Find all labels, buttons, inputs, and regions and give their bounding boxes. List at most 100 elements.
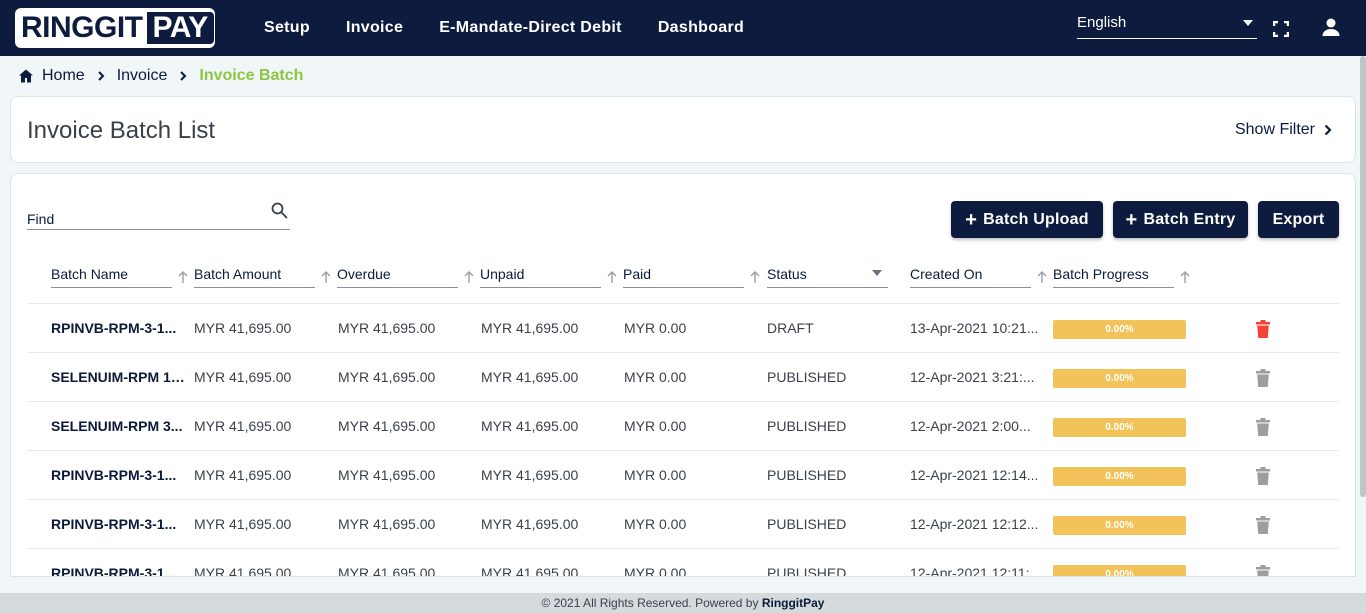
cell-batch-name: RPINVB-RPM-3-1... — [51, 467, 177, 483]
cell-created-on: 12-Apr-2021 12:11:... — [910, 565, 1042, 577]
cell-unpaid: MYR 41,695.00 — [481, 467, 579, 483]
column-header-paid[interactable]: Paid — [623, 266, 744, 288]
cell-overdue: MYR 41,695.00 — [338, 320, 436, 336]
sort-arrow-icon[interactable] — [750, 271, 760, 283]
cell-status: PUBLISHED — [767, 369, 847, 385]
footer-brand[interactable]: RinggitPay — [762, 596, 825, 610]
sort-arrow-icon[interactable] — [464, 271, 474, 283]
cell-status: DRAFT — [767, 320, 814, 336]
cell-overdue: MYR 41,695.00 — [338, 516, 436, 532]
cell-batch-name: RPINVB-RPM-3-1... — [51, 565, 177, 577]
cell-created-on: 12-Apr-2021 2:00... — [910, 418, 1031, 434]
plus-icon: + — [965, 208, 978, 231]
sort-arrow-icon[interactable] — [1180, 271, 1190, 283]
batch-upload-button[interactable]: + Batch Upload — [951, 201, 1103, 238]
nav-item-setup[interactable]: Setup — [264, 19, 310, 37]
cell-status: PUBLISHED — [767, 418, 847, 434]
title-card: Invoice Batch List Show Filter — [10, 96, 1356, 163]
ringgitpay-logo[interactable]: RINGGIT PAY — [15, 8, 215, 48]
table-row[interactable]: RPINVB-RPM-3-1... MYR 41,695.00 MYR 41,695… — [27, 549, 1339, 577]
cell-status: PUBLISHED — [767, 565, 847, 577]
nav-item-e-mandate[interactable]: E-Mandate-Direct Debit — [439, 19, 622, 37]
caret-down-icon[interactable] — [872, 270, 882, 276]
show-filter-label: Show Filter — [1234, 121, 1315, 138]
cell-unpaid: MYR 41,695.00 — [481, 565, 579, 577]
column-header-batch-amount[interactable]: Batch Amount — [194, 266, 315, 288]
cell-overdue: MYR 41,695.00 — [338, 369, 436, 385]
column-header-overdue[interactable]: Overdue — [337, 266, 458, 288]
show-filter-button[interactable]: Show Filter — [1235, 121, 1333, 139]
trash-icon[interactable] — [1256, 320, 1270, 338]
chevron-right-icon — [180, 71, 187, 81]
column-header-unpaid[interactable]: Unpaid — [480, 266, 601, 288]
trash-icon[interactable] — [1256, 516, 1270, 534]
cell-batch-amount: MYR 41,695.00 — [194, 418, 292, 434]
cell-batch-name: RPINVB-RPM-3-1... — [51, 320, 177, 336]
sort-arrow-icon[interactable] — [1037, 271, 1047, 283]
breadcrumb-invoice[interactable]: Invoice — [117, 67, 168, 85]
page-title: Invoice Batch List — [27, 117, 216, 144]
caret-down-icon — [1243, 20, 1253, 26]
table-row[interactable]: SELENUIM-RPM 3... MYR 41,695.00 MYR 41,695… — [27, 402, 1339, 451]
search-icon[interactable] — [271, 202, 288, 219]
cell-status: PUBLISHED — [767, 467, 847, 483]
table-row[interactable]: RPINVB-RPM-3-1... MYR 41,695.00 MYR 41,695… — [27, 304, 1339, 353]
column-header-batch-progress[interactable]: Batch Progress — [1053, 266, 1174, 288]
batch-progress-bar: 0.00% — [1053, 565, 1186, 576]
table-header: Batch Name Batch Amount Overdue Unpaid P… — [27, 262, 1339, 304]
trash-icon[interactable] — [1256, 369, 1270, 387]
page-scrollbar[interactable] — [1360, 56, 1366, 497]
cell-batch-name: SELENUIM-RPM 3... — [51, 418, 183, 434]
cell-unpaid: MYR 41,695.00 — [481, 516, 579, 532]
find-input[interactable] — [27, 202, 257, 228]
column-header-created-on[interactable]: Created On — [910, 266, 1031, 288]
home-icon[interactable] — [18, 68, 34, 84]
nav-item-dashboard[interactable]: Dashboard — [658, 19, 744, 37]
sort-arrow-icon[interactable] — [321, 271, 331, 283]
table-row[interactable]: RPINVB-RPM-3-1... MYR 41,695.00 MYR 41,695… — [27, 451, 1339, 500]
cell-overdue: MYR 41,695.00 — [338, 467, 436, 483]
cell-batch-amount: MYR 41,695.00 — [194, 369, 292, 385]
export-label: Export — [1272, 210, 1325, 228]
trash-icon[interactable] — [1256, 565, 1270, 577]
main-nav: Setup Invoice E-Mandate-Direct Debit Das… — [264, 0, 780, 56]
cell-batch-name: SELENUIM-RPM 17... — [51, 369, 187, 385]
cell-overdue: MYR 41,695.00 — [338, 565, 436, 577]
cell-created-on: 12-Apr-2021 12:12... — [910, 516, 1039, 532]
trash-icon[interactable] — [1256, 418, 1270, 436]
cell-paid: MYR 0.00 — [624, 467, 687, 483]
logo-text-left: RINGGIT — [21, 11, 143, 44]
language-select[interactable]: English — [1077, 14, 1257, 39]
batch-progress-bar: 0.00% — [1053, 369, 1186, 388]
breadcrumb-home[interactable]: Home — [42, 67, 85, 85]
export-button[interactable]: Export — [1258, 201, 1339, 238]
cell-paid: MYR 0.00 — [624, 565, 687, 577]
batch-progress-bar: 0.00% — [1053, 320, 1186, 339]
batch-entry-label: Batch Entry — [1143, 210, 1236, 228]
batch-progress-bar: 0.00% — [1053, 516, 1186, 535]
cell-batch-name: RPINVB-RPM-3-1... — [51, 516, 177, 532]
breadcrumb: Home Invoice Invoice Batch — [18, 66, 303, 86]
cell-unpaid: MYR 41,695.00 — [481, 369, 579, 385]
trash-icon[interactable] — [1256, 467, 1270, 485]
cell-batch-amount: MYR 41,695.00 — [194, 516, 292, 532]
cell-status: PUBLISHED — [767, 516, 847, 532]
footer: © 2021 All Rights Reserved. Powered by R… — [0, 593, 1366, 613]
find-field[interactable] — [27, 202, 290, 230]
batch-list-card: + Batch Upload + Batch Entry Export Batc… — [10, 173, 1356, 577]
cell-batch-amount: MYR 41,695.00 — [194, 565, 292, 577]
cell-overdue: MYR 41,695.00 — [338, 418, 436, 434]
batch-entry-button[interactable]: + Batch Entry — [1113, 201, 1248, 238]
user-icon[interactable] — [1321, 17, 1341, 37]
column-header-batch-name[interactable]: Batch Name — [51, 266, 172, 288]
sort-arrow-icon[interactable] — [178, 271, 188, 283]
cell-created-on: 13-Apr-2021 10:21... — [910, 320, 1039, 336]
top-navbar: RINGGIT PAY Setup Invoice E-Mandate-Dire… — [0, 0, 1366, 56]
fullscreen-icon[interactable] — [1273, 21, 1289, 37]
cell-paid: MYR 0.00 — [624, 320, 687, 336]
table-row[interactable]: RPINVB-RPM-3-1... MYR 41,695.00 MYR 41,695… — [27, 500, 1339, 549]
sort-arrow-icon[interactable] — [607, 271, 617, 283]
nav-item-invoice[interactable]: Invoice — [346, 19, 403, 37]
table-row[interactable]: SELENUIM-RPM 17... MYR 41,695.00 MYR 41,69… — [27, 353, 1339, 402]
column-header-status[interactable]: Status — [767, 266, 888, 288]
